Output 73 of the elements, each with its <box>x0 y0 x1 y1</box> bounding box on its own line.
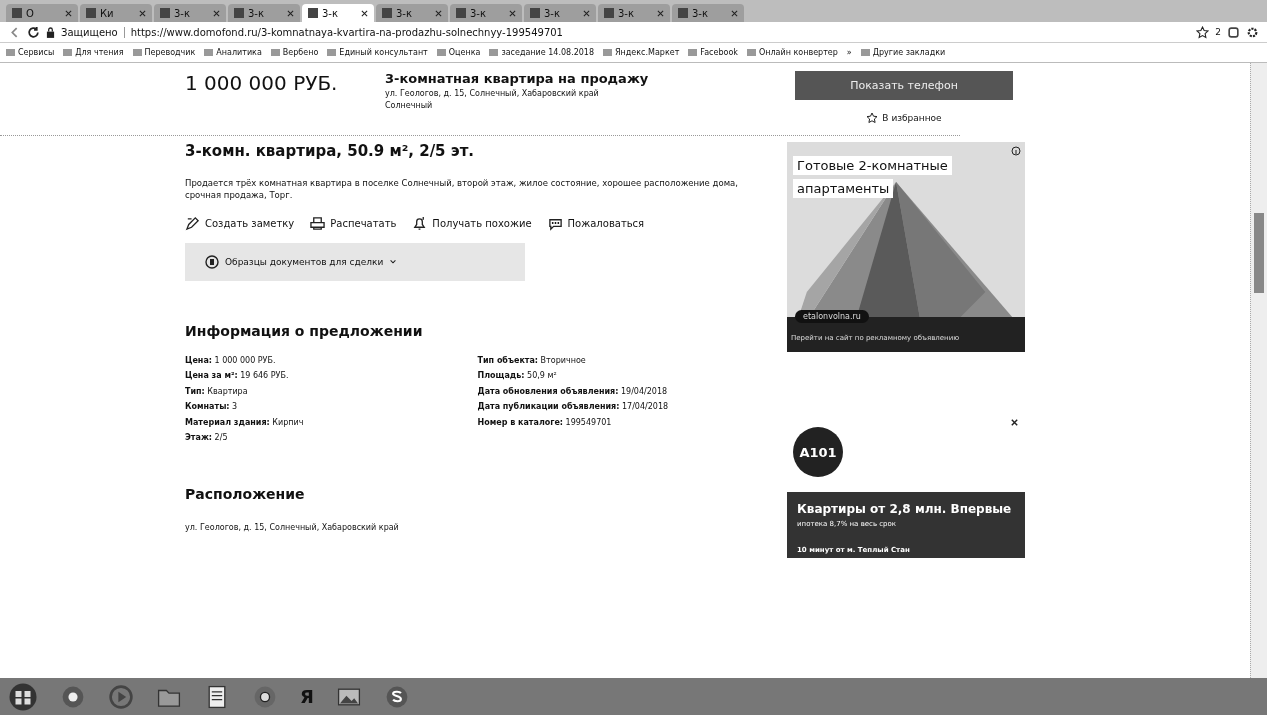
action-link[interactable]: Создать заметку <box>185 215 295 231</box>
bell-icon <box>412 215 428 231</box>
scrollbar-thumb[interactable] <box>1254 213 1264 293</box>
listing-title: 3-комнатная квартира на продажу <box>385 71 650 86</box>
close-icon[interactable] <box>1010 418 1019 427</box>
browser-tab[interactable]: 3-к <box>598 4 670 22</box>
browser-tab[interactable]: 3-к <box>376 4 448 22</box>
info-row-text: Цена: 1 000 000 РУБ. <box>185 354 277 367</box>
listing-heading: 3-комн. квартира, 50.9 м², 2/5 эт. <box>185 142 476 160</box>
info-row-text: Цена за м²: 19 646 РУБ. <box>185 370 290 383</box>
extension-badge[interactable]: 2 <box>1215 27 1221 37</box>
section-heading: Информация о предложении <box>185 322 424 339</box>
bookmark[interactable]: Переводчик <box>132 48 196 57</box>
pencil-icon <box>185 215 200 231</box>
browser-tab[interactable]: 3-к <box>154 4 226 22</box>
action-link[interactable]: Пожаловаться <box>547 215 645 231</box>
bookmark[interactable]: Оценка <box>436 48 481 57</box>
info-row-text: Тип: Квартира <box>185 385 249 398</box>
bookmark[interactable]: Вербено <box>270 48 319 57</box>
browser-tab[interactable]: 3-к <box>524 4 596 22</box>
info-icon[interactable] <box>1011 146 1021 156</box>
printer-icon <box>310 215 326 231</box>
settings-icon[interactable] <box>1246 25 1259 39</box>
reload-icon[interactable] <box>27 25 40 39</box>
bookmark[interactable]: Аналитика <box>204 48 262 57</box>
bookmark[interactable]: Единый консультант <box>327 48 428 57</box>
bookmark[interactable]: Онлайн конвертер <box>746 48 838 57</box>
star-icon[interactable] <box>1196 25 1210 39</box>
start-icon[interactable] <box>8 681 38 712</box>
browser-tab[interactable]: О <box>6 4 78 22</box>
info-row-text: Дата обновления объявления: 19/04/2018 <box>477 385 669 398</box>
bookmark[interactable]: Сервисы <box>6 48 55 57</box>
section-heading: Расположение <box>185 485 306 502</box>
ad-logo: A101 <box>793 427 843 477</box>
browser-tab[interactable]: Ки <box>80 4 152 22</box>
bookmark[interactable]: Яндекс.Маркет <box>603 48 680 57</box>
info-row-text: Комнаты: 3 <box>185 401 239 414</box>
info-row-text: Тип объекта: Вторичное <box>477 354 587 367</box>
bookmark[interactable]: Facebook <box>688 48 738 57</box>
star-icon <box>866 112 879 124</box>
favorite-link[interactable]: В избранное <box>866 112 942 124</box>
contact-button[interactable]: Показать телефон <box>795 71 1013 100</box>
other-bookmarks[interactable]: Другие закладки <box>860 48 946 57</box>
ad-headline: Квартиры от 2,8 млн. Впервые <box>797 502 1013 516</box>
browser-tab[interactable]: 3-к <box>450 4 522 22</box>
info-row-text: Площадь: 50,9 м² <box>477 370 558 383</box>
info-row-text: Дата публикации объявления: 17/04/2018 <box>477 401 670 414</box>
address: ул. Геологов, д. 15, Солнечный, Хабаровский край <box>385 89 600 98</box>
locality: Солнечный <box>385 101 434 110</box>
bookmark[interactable]: Для чтения <box>63 48 124 57</box>
browser-tab[interactable]: 3-к <box>228 4 300 22</box>
ad-site[interactable]: etalonvolna.ru <box>795 310 869 323</box>
price: 1 000 000 РУБ. <box>185 71 339 95</box>
action-link[interactable]: Распечатать <box>310 215 397 231</box>
close-icon[interactable] <box>361 9 368 17</box>
info-row-text: Этаж: 2/5 <box>185 432 229 445</box>
browser-tab[interactable]: 3-к <box>302 4 374 22</box>
action-link[interactable]: Получать похожие <box>412 215 532 231</box>
bookmark[interactable]: заседание 14.08.2018 <box>489 48 595 57</box>
description: Продается трёх комнатная квартира в поселке Солнечный, второй этаж, жилое состояние, хорошее расположение дома, срочная продажа, Торг. <box>185 178 739 202</box>
documents-link[interactable]: Образцы документов для сделки <box>205 254 505 269</box>
url-text: https://www.domofond.ru/3-komnatnaya-kvartira-na-prodazhu-solnechnyy-199549701 <box>130 26 563 38</box>
info-row-text: Материал здания: Кирпич <box>185 416 305 429</box>
address-bar[interactable]: Защищено https://www.domofond.ru/3-komnatnaya-kvartira-na-prodazhu-solnechnyy-199549701 <box>46 24 1191 40</box>
location-address: ул. Геологов, д. 15, Солнечный, Хабаровский край <box>185 521 400 534</box>
secure-label: Защищено <box>61 26 125 38</box>
lock-icon <box>46 26 55 38</box>
browser-tab[interactable]: 3-к <box>672 4 744 22</box>
more-bookmarks-button[interactable]: » <box>846 48 852 57</box>
info-row-text: Номер в каталоге: 199549701 <box>477 416 613 429</box>
chevron-icon <box>389 257 398 266</box>
yandex-button[interactable]: Я <box>300 686 314 707</box>
extension-icon[interactable] <box>1227 25 1240 39</box>
